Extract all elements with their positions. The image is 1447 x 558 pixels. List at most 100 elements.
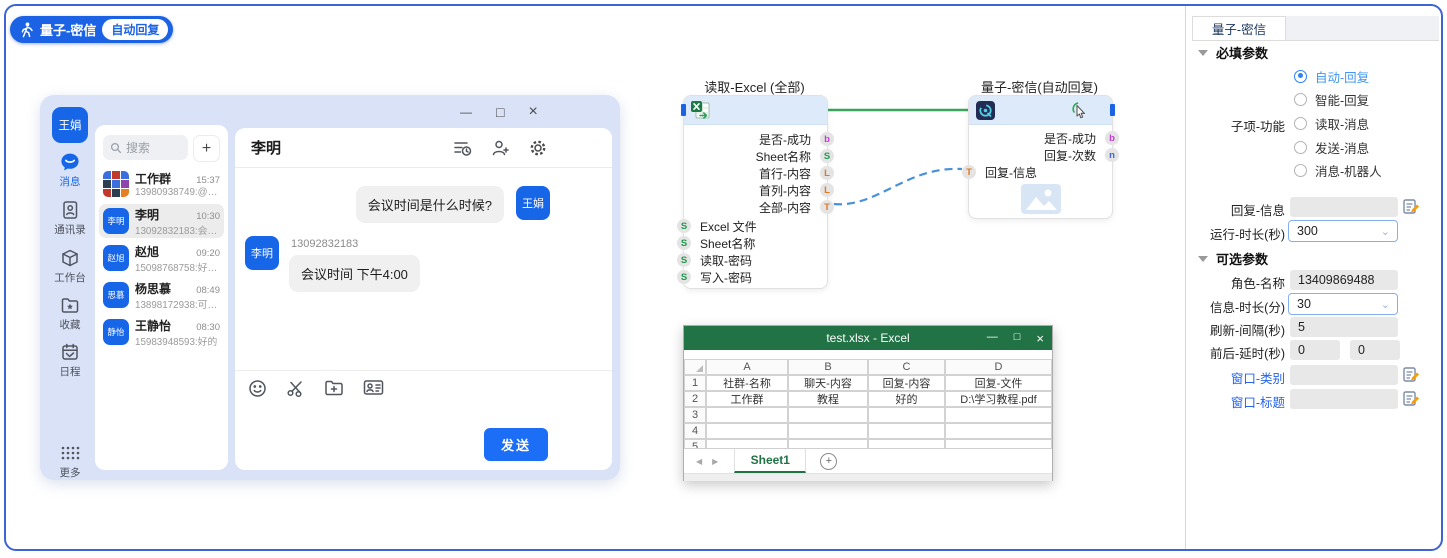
port-string[interactable]: S (677, 219, 691, 233)
sidebar-item-workbench[interactable]: 工作台 (48, 247, 92, 285)
cell-d3[interactable] (945, 407, 1052, 423)
window-title-label[interactable]: 窗口-标题 (1190, 392, 1285, 411)
cell-a5[interactable] (706, 439, 788, 448)
profile-avatar[interactable]: 王娟 (52, 107, 88, 143)
port-text[interactable]: T (820, 200, 834, 214)
port-text[interactable]: T (962, 165, 976, 179)
emoji-icon[interactable] (248, 379, 267, 398)
sidebar-item-messages[interactable]: 消息 (48, 151, 92, 189)
cell-b4[interactable] (788, 423, 868, 439)
scissors-icon[interactable] (286, 379, 305, 398)
sheet-tab-sheet1[interactable]: Sheet1 (734, 449, 806, 473)
sheet-nav-next-icon[interactable]: ▶ (712, 457, 718, 466)
port-string[interactable]: S (820, 149, 834, 163)
gear-icon[interactable] (529, 139, 547, 157)
port-string[interactable]: S (677, 253, 691, 267)
radio-smart-reply[interactable]: 智能-回复 (1294, 90, 1369, 108)
cell-a1[interactable]: 社群-名称 (706, 375, 788, 391)
section-optional-params[interactable]: 可选参数 (1198, 249, 1268, 268)
radio-auto-reply[interactable]: 自动-回复 (1294, 67, 1369, 85)
cell-d2[interactable]: D:\学习教程.pdf (945, 391, 1052, 407)
radio-send-message[interactable]: 发送-消息 (1294, 138, 1369, 156)
cell-b2[interactable]: 教程 (788, 391, 868, 407)
sidebar-item-schedule[interactable]: 日程 (48, 341, 92, 379)
cell-d4[interactable] (945, 423, 1052, 439)
delay-before-input[interactable]: 0 (1290, 340, 1340, 360)
window-title-edit-icon[interactable] (1403, 390, 1420, 407)
refresh-interval-input[interactable]: 5 (1290, 317, 1398, 337)
chat-close-button[interactable]: × (528, 103, 537, 121)
file-plus-icon[interactable] (324, 379, 344, 397)
cell-c2[interactable]: 好的 (868, 391, 945, 407)
cell-b1[interactable]: 聊天-内容 (788, 375, 868, 391)
panel-tab-quantum[interactable]: 量子-密信 (1192, 16, 1286, 40)
history-icon[interactable] (453, 139, 472, 157)
add-chat-button[interactable]: + (193, 135, 220, 162)
app-tab[interactable]: 量子-密信 自动回复 (10, 16, 173, 43)
excel-title-bar[interactable]: test.xlsx - Excel — □ × (684, 326, 1052, 350)
column-header[interactable]: C (868, 359, 945, 375)
new-sheet-button[interactable]: + (820, 453, 837, 470)
row-header[interactable]: 4 (684, 423, 706, 439)
radio-message-bot[interactable]: 消息-机器人 (1294, 161, 1382, 179)
excel-maximize-button[interactable]: □ (1014, 331, 1021, 346)
cell-c4[interactable] (868, 423, 945, 439)
cell-a3[interactable] (706, 407, 788, 423)
sidebar-item-favorites[interactable]: 收藏 (48, 294, 92, 332)
cell-b3[interactable] (788, 407, 868, 423)
chat-minimize-button[interactable]: — (460, 103, 472, 121)
run-duration-dropdown[interactable]: 300⌄ (1288, 220, 1398, 242)
select-all-corner[interactable] (684, 359, 706, 375)
sheet-nav-prev-icon[interactable]: ◀ (696, 457, 702, 466)
window-title-input[interactable] (1290, 389, 1398, 409)
port-number[interactable]: n (1105, 148, 1119, 162)
flow-node-quantum[interactable]: 是否-成功b 回复-次数n T回复-信息 (968, 95, 1113, 219)
flow-in-port[interactable] (681, 104, 686, 116)
cell-a4[interactable] (706, 423, 788, 439)
delay-after-input[interactable]: 0 (1350, 340, 1400, 360)
sidebar-item-more[interactable]: 更多 (48, 442, 92, 480)
row-header[interactable]: 1 (684, 375, 706, 391)
port-string[interactable]: S (677, 236, 691, 250)
contact-row-wangjingyi[interactable]: 静怡 王静怡08:30 15983948593:好的 (99, 315, 224, 349)
contact-row-yangsimu[interactable]: 思慕 杨思慕08:49 13898172938:可以... (99, 278, 224, 312)
port-string[interactable]: S (677, 270, 691, 284)
cell-a2[interactable]: 工作群 (706, 391, 788, 407)
column-header[interactable]: B (788, 359, 868, 375)
add-contact-icon[interactable] (491, 139, 510, 157)
contact-card-icon[interactable] (363, 379, 384, 396)
port-list[interactable]: L (820, 183, 834, 197)
flow-out-port[interactable] (1110, 104, 1115, 116)
section-required-params[interactable]: 必填参数 (1198, 43, 1268, 62)
contact-row-zhaoxu[interactable]: 赵旭 赵旭09:20 15098768758:好的... (99, 241, 224, 275)
window-class-edit-icon[interactable] (1403, 366, 1420, 383)
reply-info-input[interactable] (1290, 197, 1398, 217)
cell-c3[interactable] (868, 407, 945, 423)
send-button[interactable]: 发送 (484, 428, 548, 461)
sidebar-item-contacts[interactable]: 通讯录 (48, 199, 92, 237)
window-class-label[interactable]: 窗口-类别 (1190, 368, 1285, 387)
cell-b5[interactable] (788, 439, 868, 448)
contact-row-workgroup[interactable]: 工作群15:37 13980938749:@1... (99, 167, 224, 201)
excel-close-button[interactable]: × (1036, 331, 1044, 346)
radio-read-message[interactable]: 读取-消息 (1294, 114, 1369, 132)
reply-info-edit-icon[interactable] (1403, 198, 1420, 215)
contact-row-liming[interactable]: 李明 李明10:30 13092832183:会议... (99, 204, 224, 238)
column-header[interactable]: A (706, 359, 788, 375)
port-bool[interactable]: b (1105, 131, 1119, 145)
port-list[interactable]: L (820, 166, 834, 180)
search-input[interactable]: 搜索 (103, 135, 188, 160)
port-bool[interactable]: b (820, 132, 834, 146)
row-header[interactable]: 2 (684, 391, 706, 407)
cell-d5[interactable] (945, 439, 1052, 448)
cell-c1[interactable]: 回复-内容 (868, 375, 945, 391)
column-header[interactable]: D (945, 359, 1052, 375)
flow-node-read-excel[interactable]: 是否-成功b Sheet名称S 首行-内容L 首列-内容L 全部-内容T SEx… (683, 95, 828, 289)
excel-minimize-button[interactable]: — (987, 331, 998, 346)
role-name-input[interactable]: 13409869488 (1290, 270, 1398, 290)
row-header[interactable]: 3 (684, 407, 706, 423)
cell-d1[interactable]: 回复-文件 (945, 375, 1052, 391)
window-class-input[interactable] (1290, 365, 1398, 385)
msg-duration-dropdown[interactable]: 30⌄ (1288, 293, 1398, 315)
chat-maximize-button[interactable]: □ (496, 103, 504, 121)
